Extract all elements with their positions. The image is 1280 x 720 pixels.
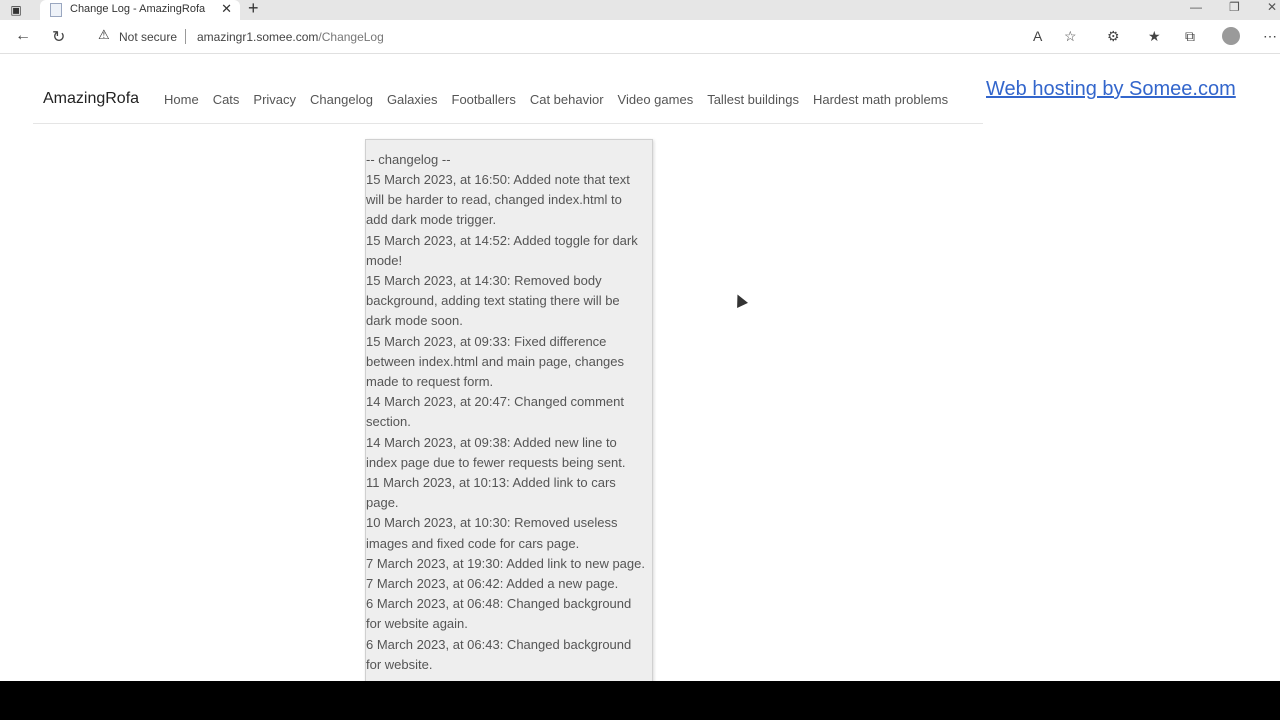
url-field[interactable]: ⚠ Not secure amazingr1.somee.com/ChangeL…: [86, 24, 1096, 49]
restore-icon[interactable]: ❐: [1229, 0, 1240, 14]
url-separator: [185, 29, 186, 44]
refresh-icon[interactable]: ↻: [52, 27, 65, 47]
tab-active[interactable]: Change Log - AmazingRofa ✕: [40, 0, 240, 20]
favorites-icon[interactable]: ★: [1148, 28, 1161, 45]
url-text[interactable]: amazingr1.somee.com/ChangeLog: [197, 30, 384, 44]
nav-links: Home Cats Privacy Changelog Galaxies Foo…: [164, 92, 962, 107]
close-window-icon[interactable]: ✕: [1267, 0, 1277, 14]
changelog-entry: 7 March 2023, at 06:42: Added a new page…: [366, 576, 619, 592]
tab-actions-icon[interactable]: ▣: [8, 2, 24, 18]
site-navbar: AmazingRofa Home Cats Privacy Changelog …: [33, 76, 983, 124]
changelog-entry: 15 March 2023, at 09:33: Fixed differenc…: [366, 333, 625, 390]
nav-galaxies[interactable]: Galaxies: [387, 92, 438, 107]
site-brand[interactable]: AmazingRofa: [43, 90, 139, 108]
favorite-add-icon[interactable]: ☆: [1064, 28, 1077, 45]
nav-home[interactable]: Home: [164, 92, 199, 107]
changelog-entry: 10 March 2023, at 10:30: Removed useless…: [366, 515, 618, 551]
changelog-entry: 14 March 2023, at 09:38: Added new line …: [366, 434, 626, 470]
back-icon[interactable]: ←: [15, 27, 31, 45]
changelog-entry: 6 March 2023, at 06:48: Changed backgrou…: [366, 596, 632, 632]
taskbar-strip: [0, 681, 1280, 720]
warning-icon[interactable]: ⚠: [98, 27, 110, 43]
changelog-entry: 6 March 2023, at 06:43: Changed backgrou…: [366, 636, 632, 672]
nav-tallest-buildings[interactable]: Tallest buildings: [707, 92, 799, 107]
nav-video-games[interactable]: Video games: [618, 92, 694, 107]
profile-avatar[interactable]: [1222, 27, 1240, 45]
nav-footballers[interactable]: Footballers: [452, 92, 516, 107]
changelog-box: -- changelog -- 15 March 2023, at 16:50:…: [365, 139, 653, 681]
changelog-entry: 14 March 2023, at 20:47: Changed comment…: [366, 394, 624, 430]
nav-cat-behavior[interactable]: Cat behavior: [530, 92, 604, 107]
more-menu-icon[interactable]: ⋯: [1263, 28, 1277, 45]
nav-hardest-math-problems[interactable]: Hardest math problems: [813, 92, 948, 107]
address-bar: ← ↻ ⚠ Not secure amazingr1.somee.com/Cha…: [0, 20, 1280, 54]
changelog-entry: 15 March 2023, at 14:30: Removed body ba…: [366, 273, 620, 329]
nav-changelog[interactable]: Changelog: [310, 92, 373, 107]
tab-title: Change Log - AmazingRofa: [70, 3, 206, 15]
extensions-icon[interactable]: ⚙: [1107, 28, 1120, 45]
url-host: amazingr1.somee.com: [197, 30, 319, 44]
changelog-entry: 15 March 2023, at 16:50: Added note that…: [366, 172, 630, 228]
browser-window: ▣ Change Log - AmazingRofa ✕ + — ❐ ✕ ← ↻…: [0, 0, 1280, 681]
nav-privacy[interactable]: Privacy: [253, 92, 296, 107]
minimize-icon[interactable]: —: [1190, 0, 1202, 14]
new-tab-icon[interactable]: +: [248, 0, 259, 19]
tab-bar: ▣ Change Log - AmazingRofa ✕ + — ❐ ✕: [0, 0, 1280, 20]
page-favicon-icon: [50, 3, 62, 17]
changelog-entry: 15 March 2023, at 14:52: Added toggle fo…: [366, 232, 638, 268]
not-secure-label[interactable]: Not secure: [119, 30, 177, 44]
collections-icon[interactable]: ⧉: [1185, 28, 1195, 45]
hosting-link[interactable]: Web hosting by Somee.com: [986, 78, 1236, 101]
read-aloud-icon[interactable]: A: [1033, 28, 1042, 44]
changelog-header: -- changelog --: [366, 152, 451, 167]
changelog-entry: 7 March 2023, at 19:30: Added link to ne…: [366, 555, 645, 571]
url-path: /ChangeLog: [318, 30, 384, 44]
nav-cats[interactable]: Cats: [213, 92, 240, 107]
tab-close-icon[interactable]: ✕: [221, 1, 232, 17]
mouse-cursor-icon: [732, 292, 748, 308]
changelog-entry: 11 March 2023, at 10:13: Added link to c…: [366, 475, 616, 511]
